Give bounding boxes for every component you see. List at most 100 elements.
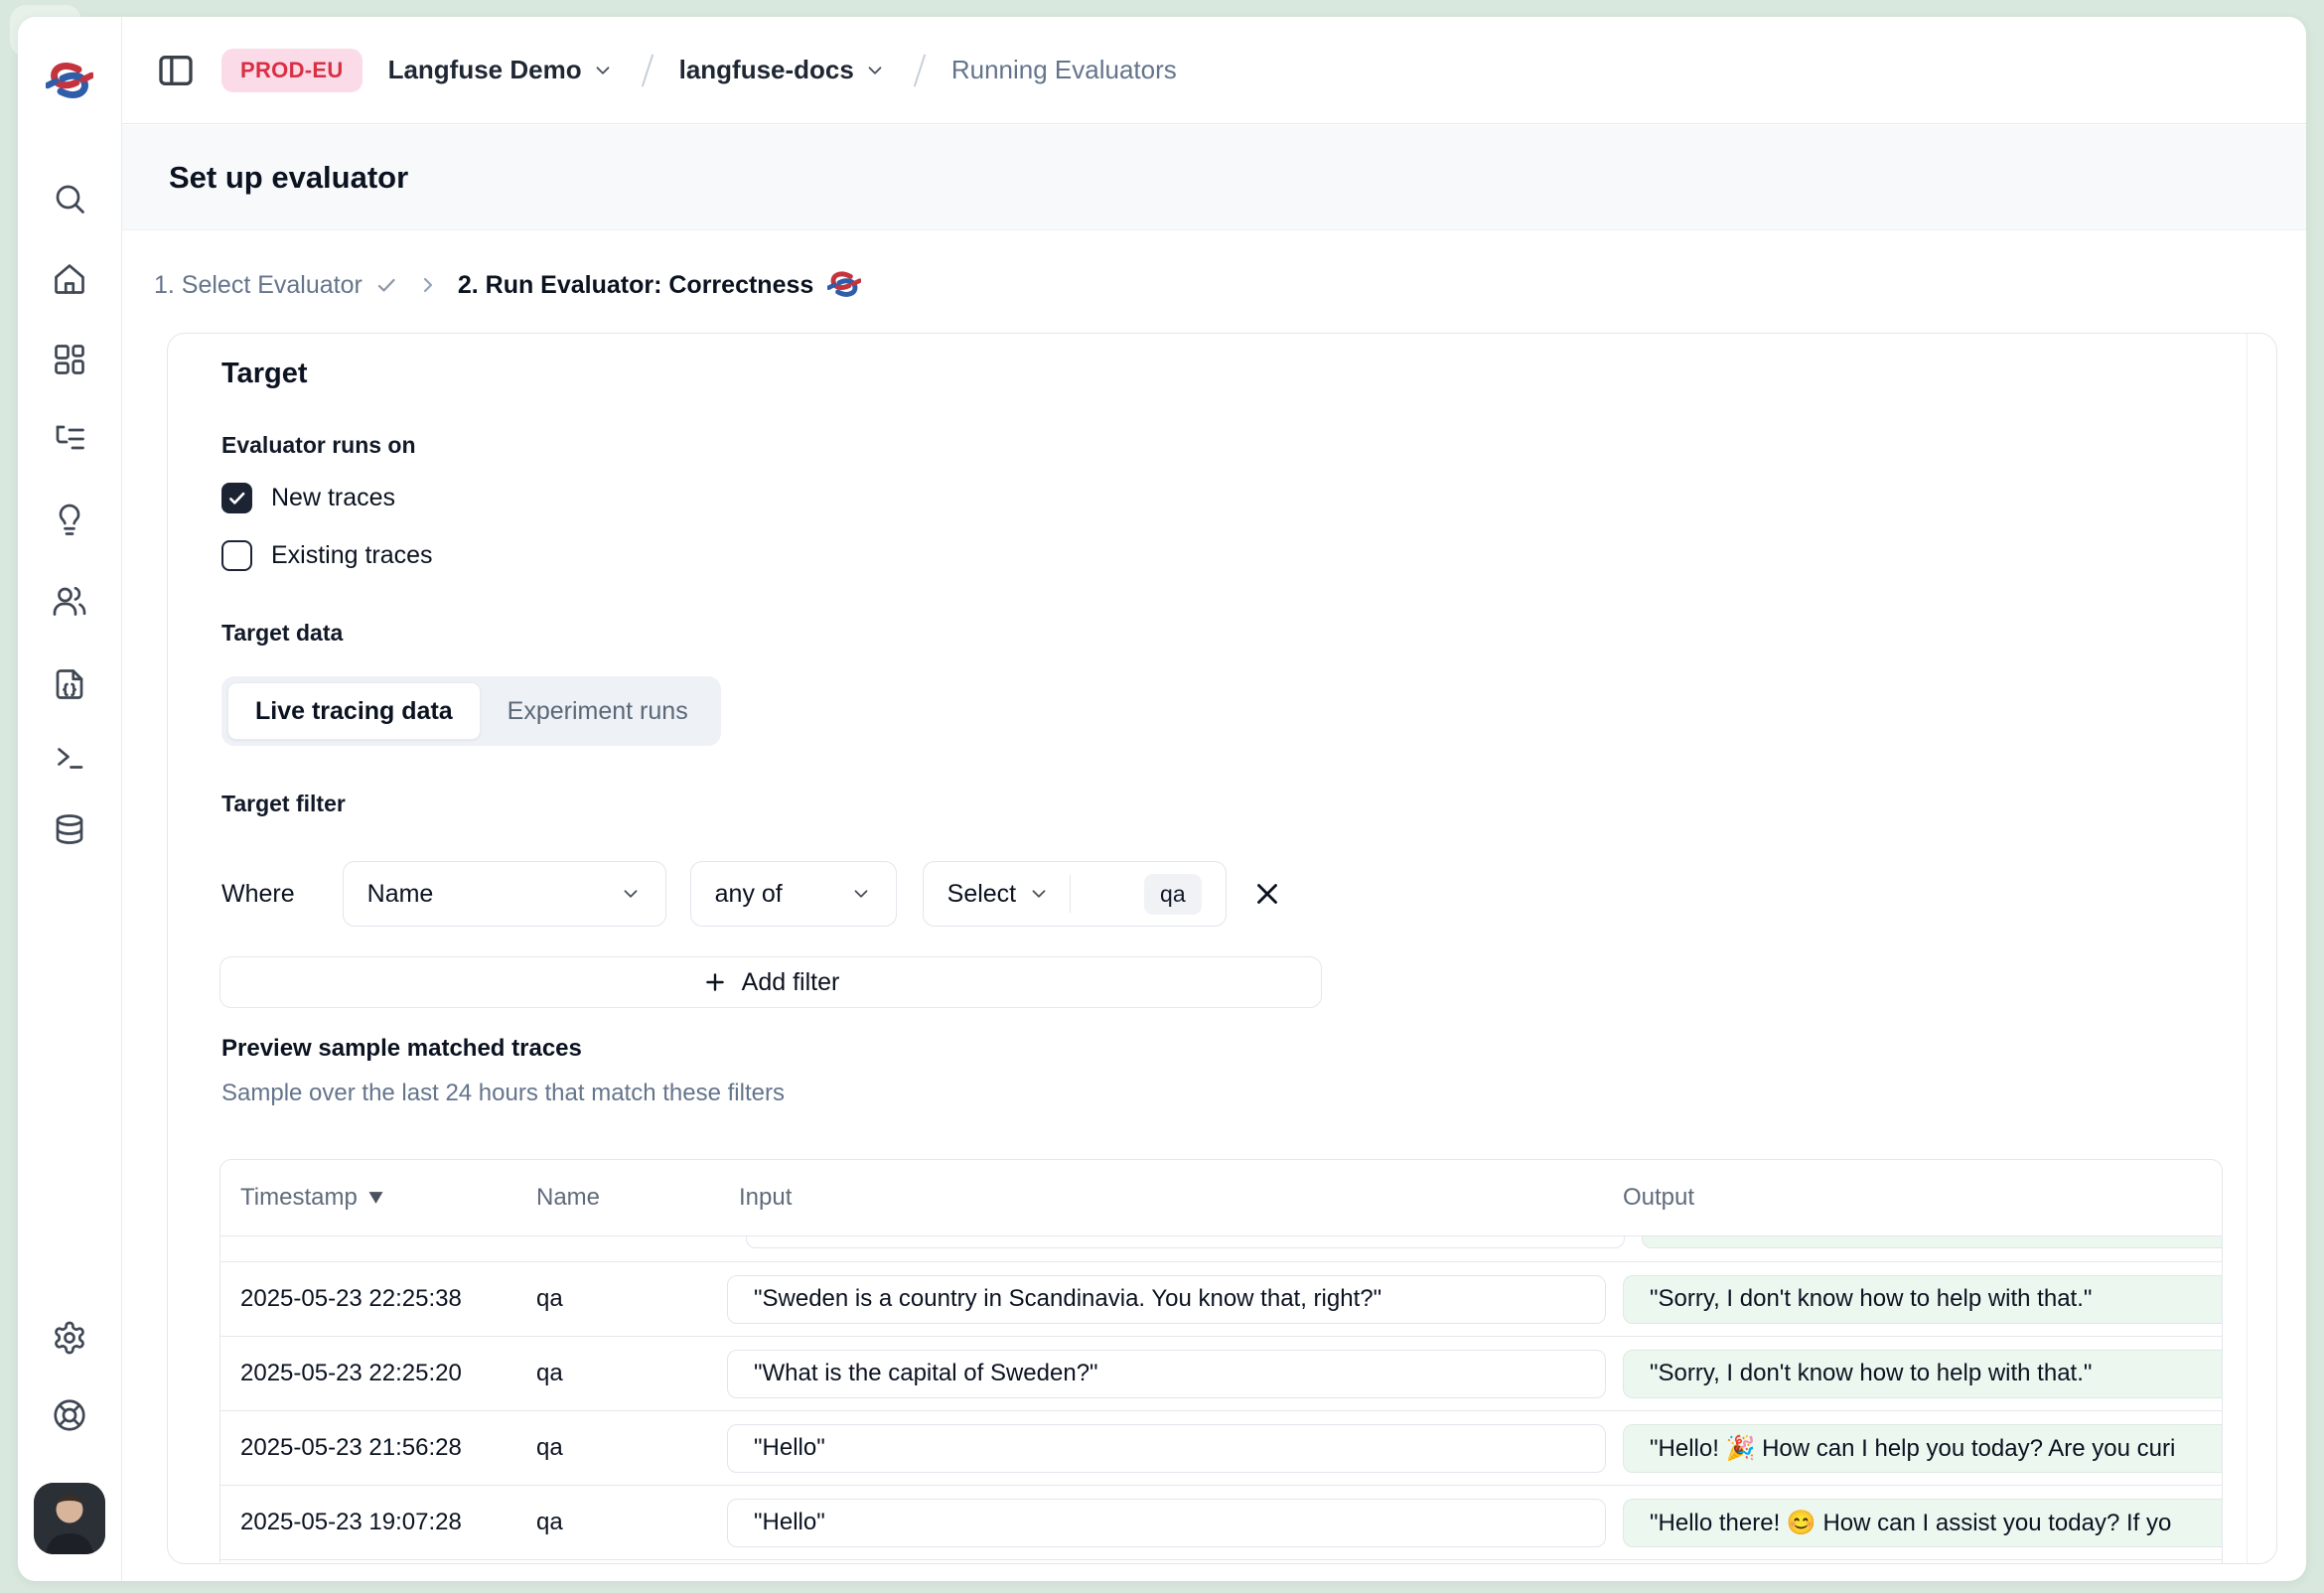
clipped-input-cell	[746, 1236, 1625, 1248]
add-filter-button[interactable]: Add filter	[219, 956, 1322, 1008]
project-name: langfuse-docs	[679, 55, 854, 85]
cell-name: qa	[536, 1285, 727, 1313]
output-text: "Hello there! 😊 How can I assist you tod…	[1650, 1509, 2171, 1537]
cell-input: "Hello"	[727, 1499, 1623, 1547]
home-icon[interactable]	[52, 261, 87, 297]
segment-live-tracing[interactable]: Live tracing data	[227, 682, 481, 740]
cell-timestamp: 2025-05-23 21:56:28	[220, 1434, 536, 1462]
chevron-down-icon	[850, 883, 872, 905]
output-text: "Sorry, I don't know how to help with th…	[1650, 1285, 2092, 1313]
target-filter-label: Target filter	[221, 791, 346, 817]
checkbox-new-traces[interactable]: New traces	[221, 479, 395, 516]
sidebar-toggle-icon[interactable]	[156, 51, 196, 90]
chevron-down-icon	[1028, 883, 1050, 905]
wizard-steps: 1. Select Evaluator 2. Run Evaluator: Co…	[154, 265, 861, 305]
checkbox-unchecked-icon[interactable]	[221, 540, 252, 571]
chevron-down-icon	[592, 60, 614, 81]
preview-subheading: Sample over the last 24 hours that match…	[221, 1080, 785, 1107]
evals-lightbulb-icon[interactable]	[52, 503, 87, 538]
user-avatar[interactable]	[34, 1483, 105, 1554]
checkbox-existing-traces[interactable]: Existing traces	[221, 536, 433, 574]
filter-column-select[interactable]: Name	[343, 861, 666, 927]
chevron-down-icon	[864, 60, 886, 81]
sort-desc-icon	[367, 1191, 384, 1205]
dashboards-icon[interactable]	[52, 342, 87, 377]
plus-icon	[702, 969, 728, 995]
table-row[interactable]: 2025-05-23 22:25:38 qa "Sweden is a coun…	[220, 1262, 2222, 1337]
column-header-timestamp[interactable]: Timestamp	[220, 1184, 536, 1212]
org-switcher[interactable]: Langfuse Demo	[388, 55, 614, 85]
search-icon[interactable]	[52, 181, 87, 217]
cell-output: "Hello there! 😊 How can I assist you tod…	[1623, 1499, 2223, 1547]
checkbox-checked-icon[interactable]	[221, 483, 252, 513]
cell-name: qa	[536, 1509, 727, 1536]
app-window: PROD-EU Langfuse Demo langfuse-docs Runn…	[18, 17, 2306, 1581]
topbar: PROD-EU Langfuse Demo langfuse-docs Runn…	[122, 17, 2306, 124]
cell-name: qa	[536, 1434, 727, 1462]
help-lifebuoy-icon[interactable]	[52, 1397, 87, 1433]
datasets-file-icon[interactable]	[52, 666, 87, 702]
step-1-label: 1. Select Evaluator	[154, 271, 363, 300]
segment-experiment-runs[interactable]: Experiment runs	[481, 682, 715, 740]
filter-operator-value: any of	[715, 880, 838, 909]
cell-output: "Sorry, I don't know how to help with th…	[1623, 1350, 2223, 1398]
database-icon[interactable]	[52, 811, 87, 847]
column-header-name[interactable]: Name	[536, 1184, 727, 1212]
sidebar	[18, 17, 122, 1581]
preview-table: Timestamp Name Input Output 2025-05-23 2…	[219, 1159, 2223, 1564]
checkbox-label: Existing traces	[271, 541, 433, 570]
cell-timestamp: 2025-05-23 19:07:28	[220, 1509, 536, 1536]
cell-timestamp: 2025-05-23 22:25:20	[220, 1360, 536, 1387]
cell-output: "Sorry, I don't know how to help with th…	[1623, 1275, 2223, 1324]
org-name: Langfuse Demo	[388, 55, 582, 85]
step-run-evaluator: 2. Run Evaluator: Correctness	[458, 270, 861, 300]
page-title: Set up evaluator	[169, 160, 408, 196]
page-header: Set up evaluator	[122, 125, 2306, 230]
filter-row: Where Name any of Select qa	[221, 861, 1284, 927]
org-logo-knot-icon[interactable]	[46, 61, 93, 100]
table-row[interactable]: 2025-05-23 19:07:28 qa "Hello" "Hello th…	[220, 1486, 2222, 1560]
table-row-partial	[220, 1236, 2222, 1262]
filter-value-placeholder: Select	[947, 880, 1016, 909]
breadcrumb-page: Running Evaluators	[951, 55, 1177, 85]
breadcrumb-separator	[912, 54, 926, 87]
step-select-evaluator[interactable]: 1. Select Evaluator	[154, 271, 398, 300]
cell-name: qa	[536, 1360, 727, 1387]
filter-where-label: Where	[221, 880, 295, 909]
tracing-tree-icon[interactable]	[52, 421, 87, 457]
output-text: "Sorry, I don't know how to help with th…	[1650, 1360, 2092, 1387]
column-header-input[interactable]: Input	[727, 1184, 1623, 1212]
clipped-output-cell	[1642, 1236, 2222, 1248]
input-text: "Hello"	[754, 1434, 825, 1462]
cell-input: "Sweden is a country in Scandinavia. You…	[727, 1275, 1623, 1324]
evaluator-knot-icon	[827, 270, 861, 300]
filter-value-tag: qa	[1144, 874, 1202, 915]
input-text: "What is the capital of Sweden?"	[754, 1360, 1098, 1387]
users-icon[interactable]	[52, 583, 87, 619]
preview-heading: Preview sample matched traces	[221, 1035, 582, 1063]
input-text: "Sweden is a country in Scandinavia. You…	[754, 1285, 1381, 1313]
input-text: "Hello"	[754, 1509, 825, 1536]
add-filter-label: Add filter	[742, 968, 840, 997]
target-data-label: Target data	[221, 620, 343, 647]
settings-gear-icon[interactable]	[52, 1320, 87, 1356]
target-card: Target Evaluator runs on New traces Exis…	[167, 333, 2277, 1564]
table-row[interactable]: 2025-05-23 22:25:20 qa "What is the capi…	[220, 1337, 2222, 1411]
check-icon	[374, 273, 398, 297]
checkbox-label: New traces	[271, 484, 395, 512]
chevron-down-icon	[620, 883, 642, 905]
column-header-output[interactable]: Output	[1623, 1184, 2222, 1212]
value-divider	[1070, 875, 1071, 913]
playground-terminal-icon[interactable]	[52, 739, 87, 775]
scroll-gutter-line	[2247, 334, 2248, 1563]
filter-operator-select[interactable]: any of	[690, 861, 897, 927]
table-row[interactable]: 2025-05-23 21:56:28 qa "Hello" "Hello! 🎉…	[220, 1411, 2222, 1486]
filter-value-select[interactable]: Select qa	[923, 861, 1227, 927]
project-switcher[interactable]: langfuse-docs	[679, 55, 886, 85]
table-header: Timestamp Name Input Output	[220, 1160, 2222, 1236]
target-data-segmented-control: Live tracing data Experiment runs	[221, 676, 721, 746]
remove-filter-button[interactable]	[1250, 877, 1284, 911]
target-heading: Target	[221, 358, 307, 390]
output-text: "Hello! 🎉 How can I help you today? Are …	[1650, 1434, 2175, 1463]
timestamp-header-label: Timestamp	[240, 1184, 358, 1212]
